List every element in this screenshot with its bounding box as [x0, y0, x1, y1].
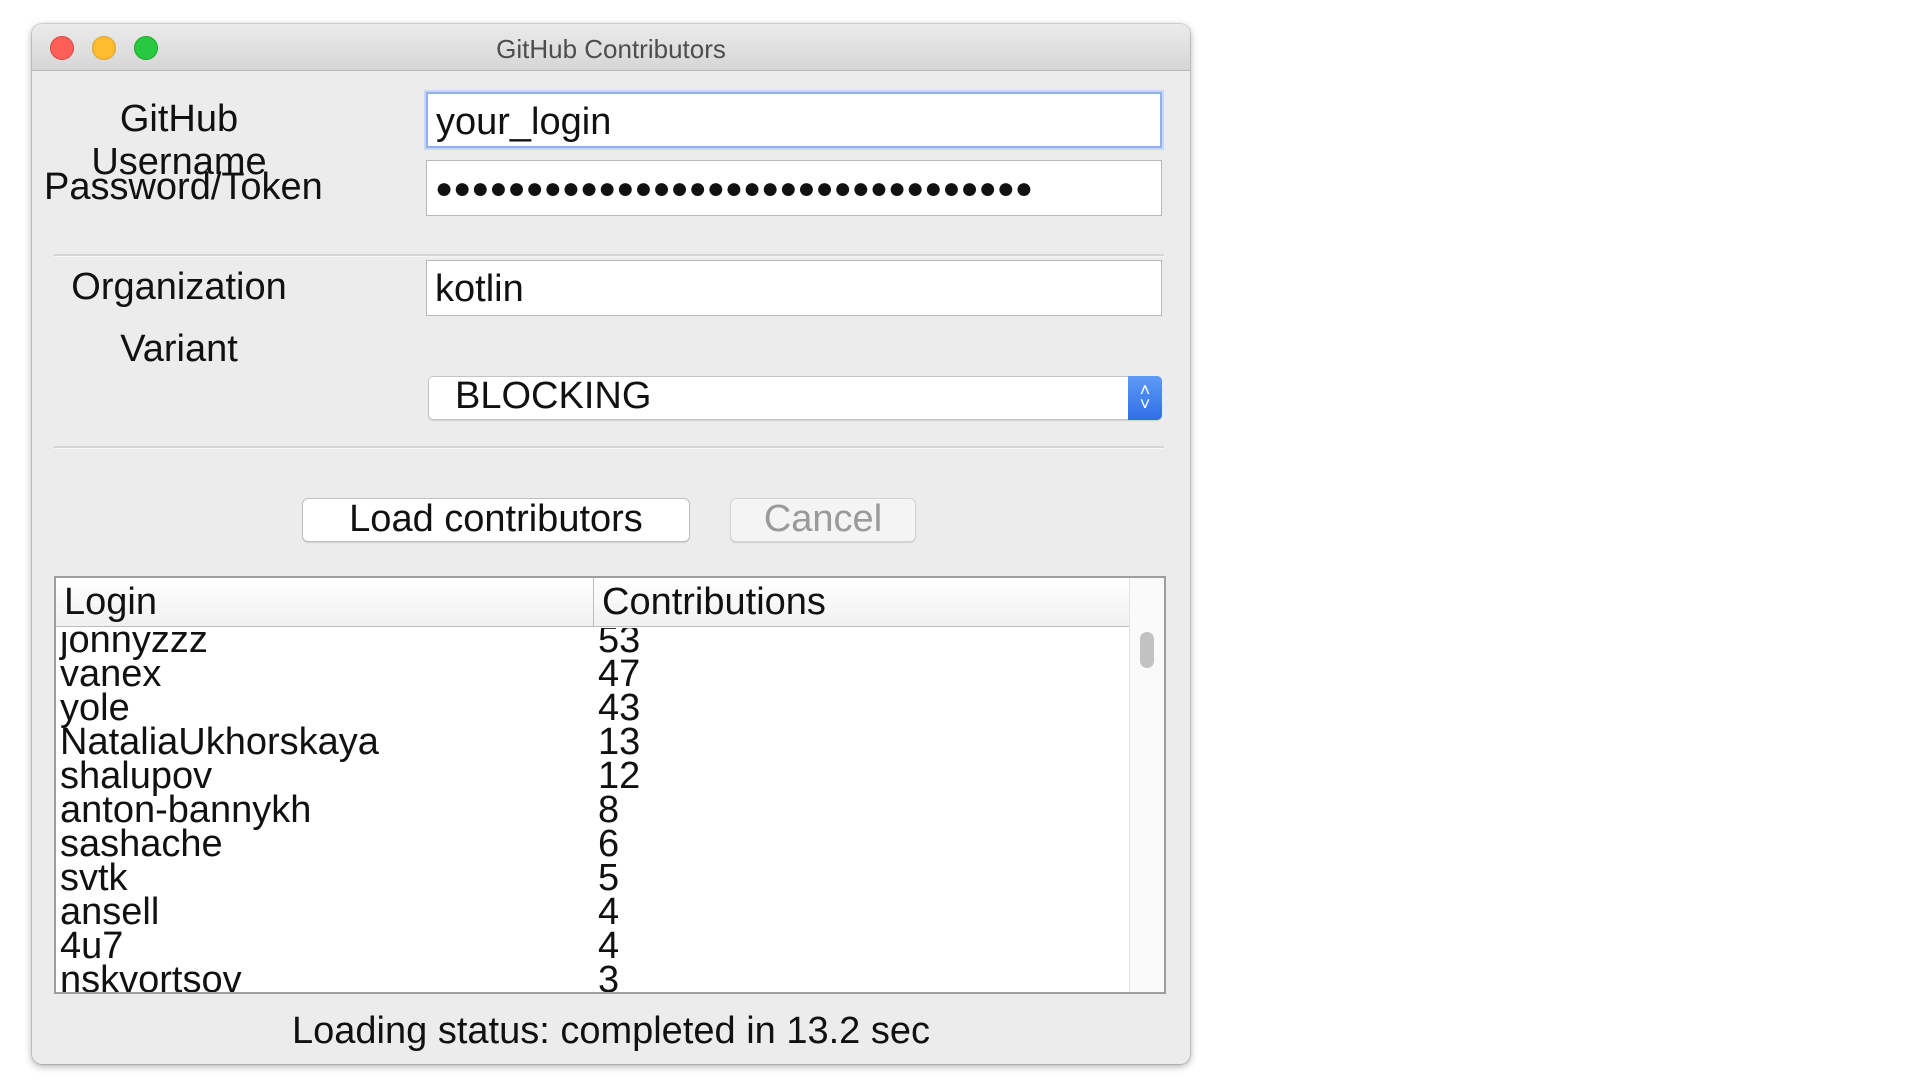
- title-bar[interactable]: GitHub Contributors: [32, 24, 1190, 71]
- variant-selected-value: BLOCKING: [455, 375, 652, 417]
- variant-select[interactable]: BLOCKING ˄ ˅: [428, 375, 1162, 420]
- password-label: Password/Token: [44, 166, 323, 208]
- contributors-table[interactable]: Login Contributions jonnyzzz 53 vanex 47…: [54, 576, 1166, 994]
- updown-chevron-icon[interactable]: ˄ ˅: [1128, 376, 1162, 420]
- column-header-contributions[interactable]: Contributions: [594, 578, 1132, 626]
- table-row[interactable]: jonnyzzz 53: [56, 628, 1132, 662]
- chevron-down-icon: ˅: [1139, 394, 1151, 414]
- vertical-scrollbar[interactable]: [1129, 578, 1164, 992]
- organization-label: Organization: [71, 266, 287, 308]
- load-contributors-button[interactable]: Load contributors: [302, 498, 690, 542]
- table-row[interactable]: vanex 47: [56, 655, 1132, 696]
- table-row[interactable]: sashache 6: [56, 825, 1132, 866]
- app-window: GitHub Contributors GitHub Username your…: [32, 24, 1190, 1064]
- table-row[interactable]: NataliaUkhorskaya 13: [56, 723, 1132, 764]
- table-body: jonnyzzz 53 vanex 47 yole 43 NataliaUkho…: [56, 628, 1132, 992]
- username-field[interactable]: your_login: [426, 92, 1162, 148]
- window-title: GitHub Contributors: [496, 34, 726, 64]
- table-row[interactable]: svtk 5: [56, 859, 1132, 900]
- password-field[interactable]: ●●●●●●●●●●●●●●●●●●●●●●●●●●●●●●●●●: [426, 160, 1162, 216]
- login-cell: nskvortsov: [60, 959, 242, 994]
- cancel-button[interactable]: Cancel: [730, 498, 916, 542]
- table-row[interactable]: nskvortsov 3: [56, 961, 1132, 992]
- table-header: Login Contributions: [56, 578, 1132, 627]
- separator: [54, 254, 1164, 257]
- variant-label: Variant: [120, 328, 238, 370]
- loading-status: Loading status: completed in 13.2 sec: [292, 1010, 930, 1052]
- organization-field[interactable]: kotlin: [426, 260, 1162, 316]
- contributions-cell: 3: [598, 959, 620, 994]
- table-row[interactable]: ansell 4: [56, 893, 1132, 934]
- scrollbar-thumb[interactable]: [1140, 632, 1154, 668]
- column-header-login[interactable]: Login: [56, 578, 594, 626]
- separator: [54, 446, 1164, 449]
